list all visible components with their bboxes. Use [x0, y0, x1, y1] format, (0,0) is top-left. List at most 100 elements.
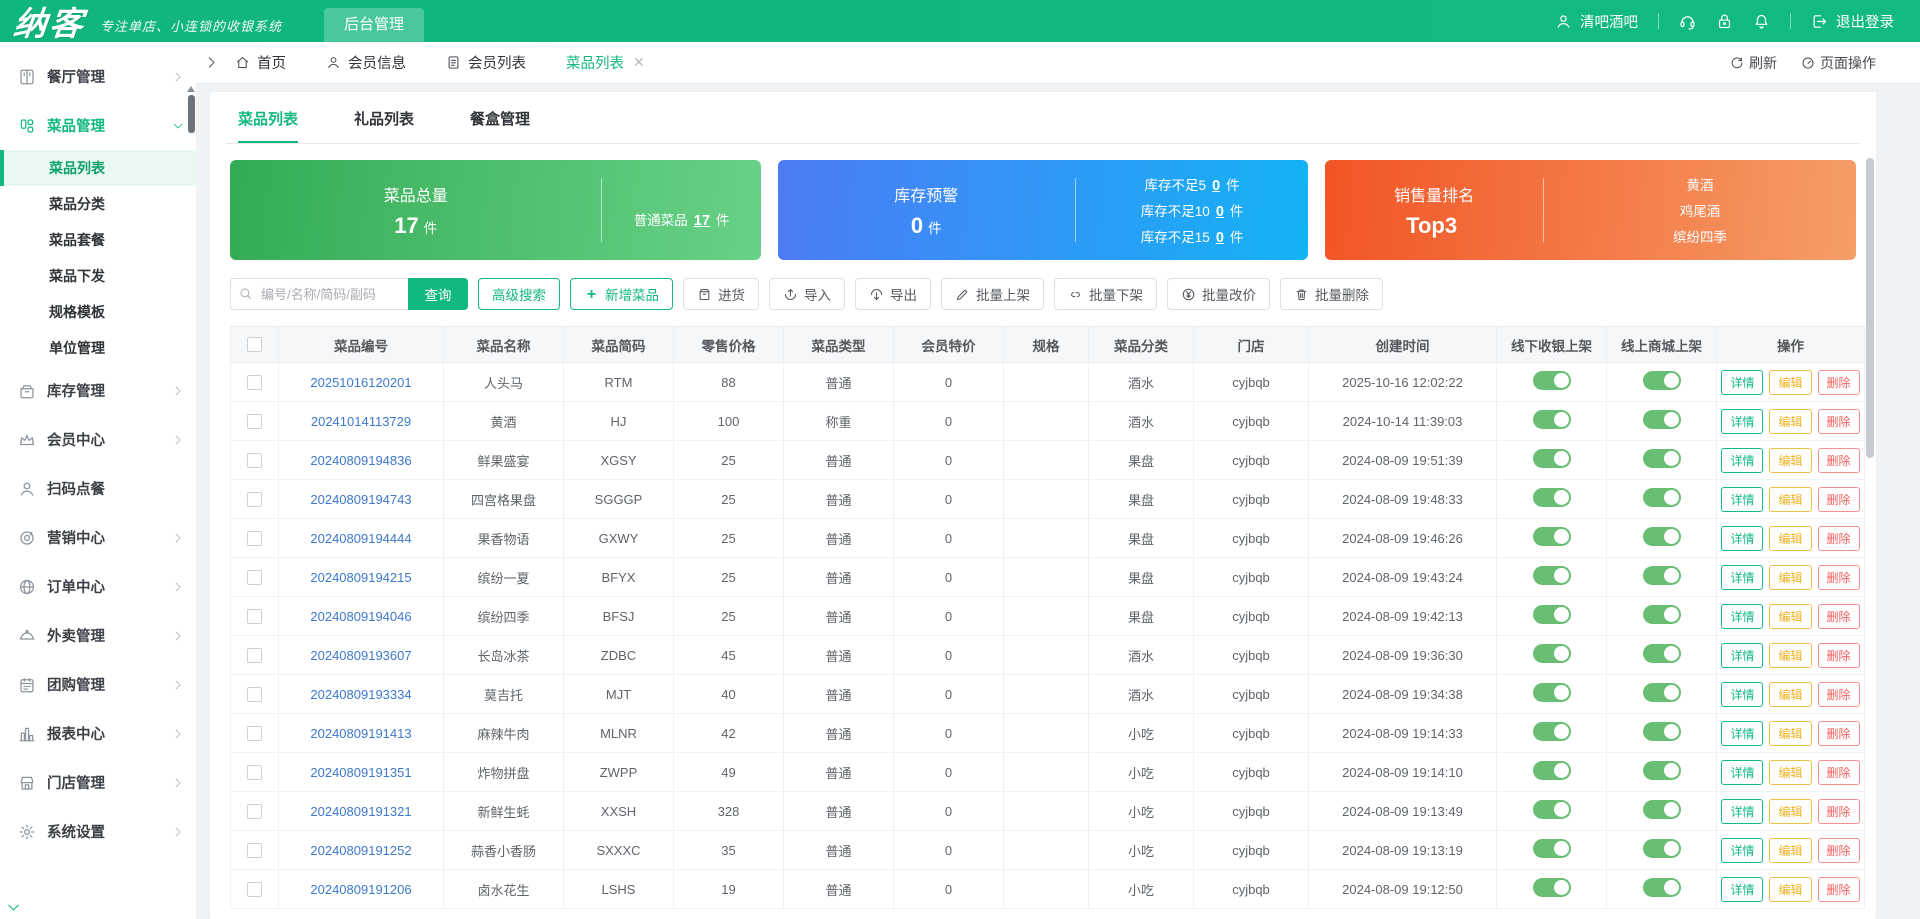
edit-button[interactable]: 编辑: [1769, 837, 1812, 863]
sidebar-subitem-dish-list[interactable]: 菜品列表: [0, 150, 196, 186]
pos-onshelf-toggle[interactable]: [1532, 488, 1571, 507]
mall-onshelf-toggle[interactable]: [1642, 449, 1681, 468]
detail-button[interactable]: 详情: [1721, 603, 1764, 629]
detail-button[interactable]: 详情: [1721, 798, 1764, 824]
sidebar-item-order[interactable]: 订单中心: [0, 562, 196, 611]
detail-button[interactable]: 详情: [1721, 486, 1764, 512]
sidebar-item-dish[interactable]: 菜品管理: [0, 101, 196, 150]
delete-button[interactable]: 删除: [1817, 408, 1860, 434]
sidebar-item-scan-order[interactable]: 扫码点餐: [0, 464, 196, 513]
row-checkbox[interactable]: [247, 608, 262, 624]
detail-button[interactable]: 详情: [1721, 369, 1764, 395]
sidebar-item-marketing[interactable]: 营销中心: [0, 513, 196, 562]
edit-button[interactable]: 编辑: [1769, 876, 1812, 902]
detail-button[interactable]: 详情: [1721, 408, 1764, 434]
detail-button[interactable]: 详情: [1721, 876, 1764, 902]
tab-gift-list[interactable]: 礼品列表: [354, 108, 414, 143]
detail-button[interactable]: 详情: [1721, 447, 1764, 473]
edit-button[interactable]: 编辑: [1769, 447, 1812, 473]
threshold-count-link[interactable]: 0: [1216, 204, 1224, 220]
mall-onshelf-toggle[interactable]: [1642, 605, 1681, 624]
select-all-checkbox[interactable]: [247, 337, 262, 352]
row-checkbox[interactable]: [247, 569, 262, 585]
dish-id-link[interactable]: 20240809191413: [310, 726, 411, 741]
mall-onshelf-toggle[interactable]: [1642, 644, 1681, 663]
row-checkbox[interactable]: [247, 842, 262, 858]
batch-reprice-button[interactable]: 批量改价: [1167, 278, 1270, 310]
pos-onshelf-toggle[interactable]: [1532, 644, 1571, 663]
edit-button[interactable]: 编辑: [1769, 681, 1812, 707]
pos-onshelf-toggle[interactable]: [1532, 683, 1571, 702]
detail-button[interactable]: 详情: [1721, 720, 1764, 746]
purchase-button[interactable]: 进货: [683, 278, 759, 310]
edit-button[interactable]: 编辑: [1769, 525, 1812, 551]
pos-onshelf-toggle[interactable]: [1532, 722, 1571, 741]
sidebar-item-groupbuy[interactable]: 团购管理: [0, 660, 196, 709]
sidebar-item-stock[interactable]: 库存管理: [0, 366, 196, 415]
dish-id-link[interactable]: 20240809193334: [310, 687, 411, 702]
delete-button[interactable]: 删除: [1817, 486, 1860, 512]
dish-id-link[interactable]: 20240809194046: [310, 609, 411, 624]
sidebar-item-store[interactable]: 门店管理: [0, 758, 196, 807]
delete-button[interactable]: 删除: [1817, 447, 1860, 473]
dish-id-link[interactable]: 20240809191206: [310, 882, 411, 897]
pos-onshelf-toggle[interactable]: [1532, 605, 1571, 624]
row-checkbox[interactable]: [247, 413, 262, 429]
user-menu[interactable]: 清吧酒吧: [1555, 11, 1638, 32]
dish-id-link[interactable]: 20240809194215: [310, 570, 411, 585]
pos-onshelf-toggle[interactable]: [1532, 449, 1571, 468]
sidebar-scrollbar[interactable]: [187, 86, 195, 133]
export-button[interactable]: 导出: [855, 278, 931, 310]
mall-onshelf-toggle[interactable]: [1642, 878, 1681, 897]
threshold-count-link[interactable]: 0: [1216, 230, 1224, 246]
mall-onshelf-toggle[interactable]: [1642, 488, 1681, 507]
page-tab-member-list[interactable]: 会员列表: [446, 52, 526, 73]
backend-admin-tab[interactable]: 后台管理: [324, 8, 425, 42]
row-checkbox[interactable]: [247, 491, 262, 507]
sidebar-scrollbar-thumb[interactable]: [187, 95, 195, 133]
sidebar-subitem-dish-combo[interactable]: 菜品套餐: [0, 222, 196, 258]
headset-icon[interactable]: [1679, 13, 1696, 30]
import-button[interactable]: 导入: [769, 278, 845, 310]
page-tab-home[interactable]: 首页: [235, 52, 286, 73]
panel-scrollbar-thumb[interactable]: [1866, 158, 1874, 458]
edit-button[interactable]: 编辑: [1769, 369, 1812, 395]
row-checkbox[interactable]: [247, 647, 262, 663]
detail-button[interactable]: 详情: [1721, 681, 1764, 707]
edit-button[interactable]: 编辑: [1769, 759, 1812, 785]
pos-onshelf-toggle[interactable]: [1532, 527, 1571, 546]
sidebar-item-report[interactable]: 报表中心: [0, 709, 196, 758]
delete-button[interactable]: 删除: [1817, 564, 1860, 590]
tab-dish-list[interactable]: 菜品列表: [238, 108, 299, 143]
add-dish-button[interactable]: + 新增菜品: [570, 278, 673, 310]
pos-onshelf-toggle[interactable]: [1532, 878, 1571, 897]
delete-button[interactable]: 删除: [1817, 876, 1860, 902]
mall-onshelf-toggle[interactable]: [1642, 761, 1681, 780]
advanced-search-button[interactable]: 高级搜索: [478, 278, 560, 310]
sidebar-subitem-spec-template[interactable]: 规格模板: [0, 294, 196, 330]
delete-button[interactable]: 删除: [1817, 837, 1860, 863]
threshold-count-link[interactable]: 0: [1212, 178, 1220, 194]
detail-button[interactable]: 详情: [1721, 642, 1764, 668]
mall-onshelf-toggle[interactable]: [1642, 683, 1681, 702]
dish-id-link[interactable]: 20240809191252: [310, 843, 411, 858]
sidebar-item-settings[interactable]: 系统设置: [0, 807, 196, 856]
edit-button[interactable]: 编辑: [1769, 486, 1812, 512]
mall-onshelf-toggle[interactable]: [1642, 566, 1681, 585]
search-input[interactable]: [230, 278, 408, 310]
close-icon[interactable]: ✕: [633, 54, 645, 71]
edit-button[interactable]: 编辑: [1769, 603, 1812, 629]
dish-id-link[interactable]: 20240809191321: [310, 804, 411, 819]
row-checkbox[interactable]: [247, 881, 262, 897]
mall-onshelf-toggle[interactable]: [1642, 410, 1681, 429]
pos-onshelf-toggle[interactable]: [1532, 371, 1571, 390]
bell-icon[interactable]: [1753, 13, 1770, 30]
row-checkbox[interactable]: [247, 374, 262, 390]
page-tab-dish-list[interactable]: 菜品列表 ✕: [566, 52, 645, 73]
pos-onshelf-toggle[interactable]: [1532, 839, 1571, 858]
detail-button[interactable]: 详情: [1721, 837, 1764, 863]
dish-id-link[interactable]: 20240809194444: [310, 531, 411, 546]
edit-button[interactable]: 编辑: [1769, 408, 1812, 434]
row-checkbox[interactable]: [247, 725, 262, 741]
row-checkbox[interactable]: [247, 686, 262, 702]
